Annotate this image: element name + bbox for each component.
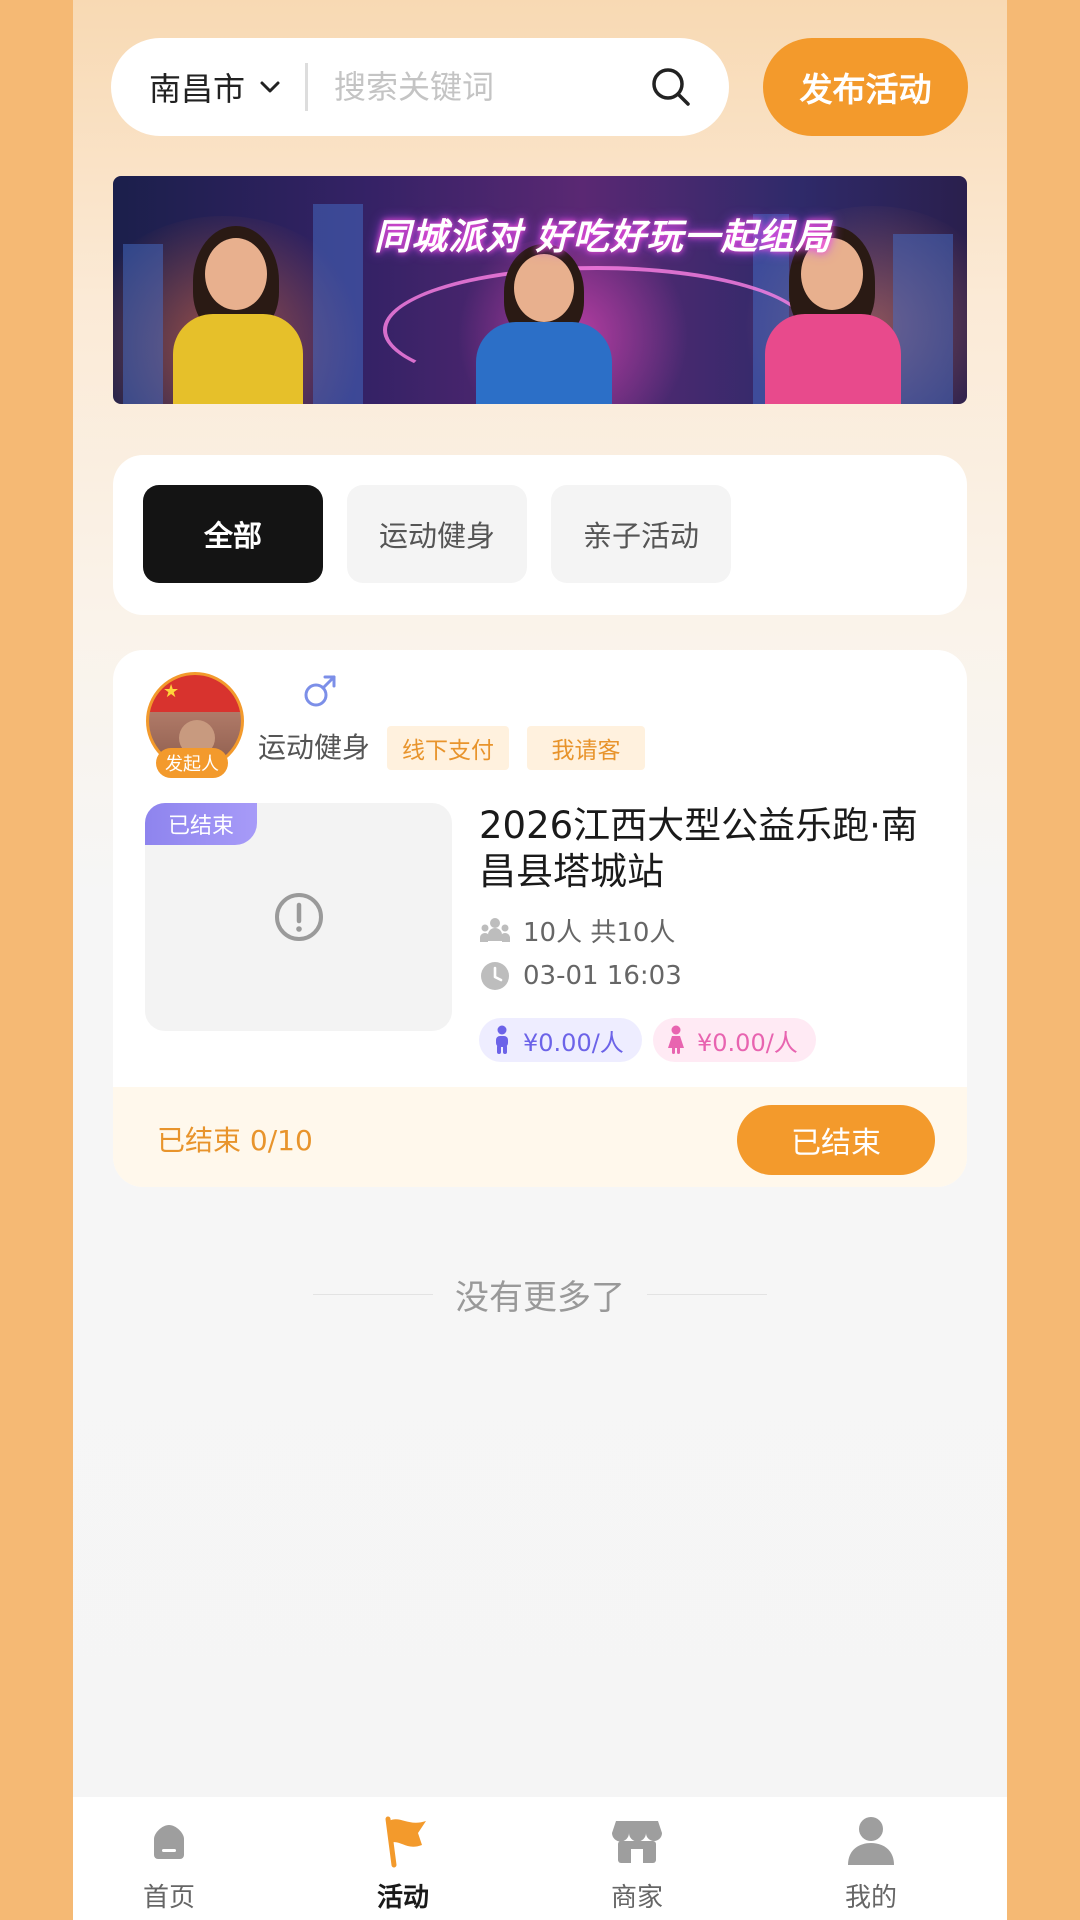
banner-person-blue <box>458 244 628 404</box>
city-label: 南昌市 <box>149 70 246 108</box>
nav-item-activity[interactable]: 活动 <box>313 1811 493 1916</box>
nav-label-mine: 我的 <box>844 1883 897 1913</box>
search-input[interactable] <box>332 67 649 107</box>
banner-person-yellow <box>153 204 323 404</box>
male-person-icon <box>496 1025 508 1054</box>
people-icon <box>480 917 510 942</box>
activity-thumbnail[interactable]: 已结束 <box>145 803 452 1031</box>
chevron-down-icon <box>260 81 280 93</box>
promo-banner[interactable]: 同城派对 好吃好玩一起组局 <box>113 176 967 404</box>
shop-icon <box>612 1821 662 1863</box>
price-female-text: ¥0.00/人 <box>697 1028 798 1057</box>
price-female: ¥0.00/人 <box>653 1018 816 1062</box>
publish-activity-button[interactable]: 发布活动 <box>763 38 968 136</box>
participants-text: 10人 共10人 <box>523 918 676 948</box>
female-person-icon <box>668 1025 684 1054</box>
nav-label-activity: 活动 <box>376 1883 429 1913</box>
nav-item-merchant[interactable]: 商家 <box>547 1811 727 1916</box>
nav-label-merchant: 商家 <box>610 1883 663 1913</box>
tab-all[interactable]: 全部 <box>143 485 323 583</box>
flag-icon <box>385 1816 426 1868</box>
activity-card-footer: 已结束 0/10 已结束 <box>113 1087 967 1187</box>
bottom-nav: 首页 活动 商家 我的 <box>73 1797 1007 1920</box>
clock-icon <box>481 962 509 990</box>
participants-row: 10人 共10人 <box>479 912 675 949</box>
user-icon <box>848 1817 894 1865</box>
tag-offline-payment: 线下支付 <box>387 726 509 770</box>
activity-category: 运动健身 <box>258 731 371 764</box>
thumb-status-badge: 已结束 <box>145 803 257 845</box>
tab-fitness[interactable]: 运动健身 <box>347 485 527 583</box>
nav-item-home[interactable]: 首页 <box>79 1811 259 1916</box>
search-divider <box>305 63 309 111</box>
tab-family[interactable]: 亲子活动 <box>551 485 731 583</box>
nav-item-mine[interactable]: 我的 <box>781 1811 961 1916</box>
home-icon <box>154 1825 184 1859</box>
search-bar: 南昌市 <box>111 38 729 136</box>
price-male-text: ¥0.00/人 <box>523 1028 624 1057</box>
list-end-text: 没有更多了 <box>455 1278 625 1318</box>
activity-card[interactable]: ★ 发起人 运动健身 线下支付 我请客 已结束 2026江西大型公益乐跑·南昌县… <box>113 650 967 1187</box>
banner-headline: 同城派对 好吃好玩一起组局 <box>374 217 832 258</box>
signup-status: 已结束 0/10 <box>157 1124 313 1157</box>
app-screen: 南昌市 发布活动 <box>73 0 1007 1920</box>
activity-title[interactable]: 2026江西大型公益乐跑·南昌县塔城站 <box>479 803 939 895</box>
initiator-badge: 发起人 <box>156 748 228 778</box>
image-error-icon <box>275 893 323 941</box>
city-selector[interactable]: 南昌市 <box>149 64 283 110</box>
nav-label-home: 首页 <box>142 1883 195 1913</box>
datetime-text: 03-01 16:03 <box>523 961 682 991</box>
datetime-row: 03-01 16:03 <box>479 960 682 992</box>
search-icon[interactable] <box>649 65 693 109</box>
tag-my-treat: 我请客 <box>527 726 645 770</box>
category-tabs: 全部 运动健身 亲子活动 <box>113 455 967 615</box>
ended-button[interactable]: 已结束 <box>737 1105 935 1175</box>
price-male: ¥0.00/人 <box>479 1018 642 1062</box>
male-icon <box>304 675 336 707</box>
